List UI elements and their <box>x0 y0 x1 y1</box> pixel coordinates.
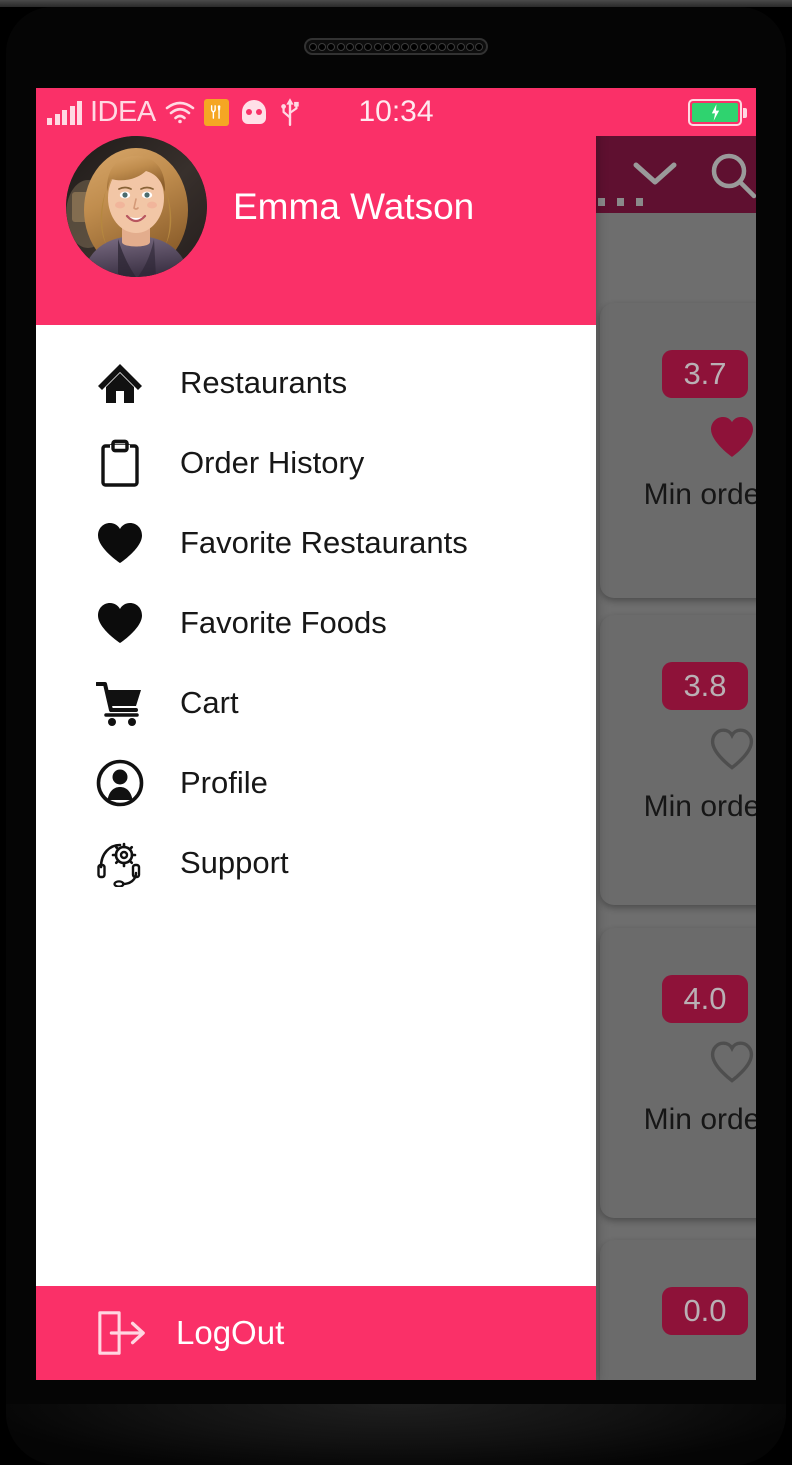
min-order-label: Min order <box>643 1103 756 1136</box>
speaker-grille-icon <box>304 38 488 55</box>
usb-icon <box>279 97 301 127</box>
min-order-label: Min order <box>643 478 756 511</box>
carrier-label: IDEA <box>90 96 156 128</box>
speaker-hole <box>447 42 456 51</box>
search-icon[interactable] <box>708 150 756 202</box>
signal-bars-icon <box>47 99 82 136</box>
speaker-hole <box>428 42 437 51</box>
rating-badge: 4.0 <box>662 975 748 1023</box>
battery-charging-icon <box>688 98 747 126</box>
android-robot-icon <box>238 99 270 125</box>
speaker-hole <box>309 42 317 51</box>
logout-label: LogOut <box>176 1314 285 1351</box>
restaurant-card[interactable]: 4.0 Min order <box>600 928 756 1218</box>
speaker-hole <box>419 42 428 51</box>
heart-filled-icon[interactable] <box>708 415 756 459</box>
wifi-icon <box>165 100 195 124</box>
speaker-hole <box>327 42 336 51</box>
status-bar-right <box>688 98 756 126</box>
profile-name: Emma Watson <box>233 185 475 227</box>
status-bar-left: IDEA <box>36 88 301 136</box>
overflow-dots-icon[interactable] <box>598 198 643 206</box>
sidebar-item-label: Order History <box>180 445 365 480</box>
speaker-hole <box>474 42 483 51</box>
sidebar-item-profile[interactable]: Profile <box>36 743 596 823</box>
sidebar-item-order-history[interactable]: Order History <box>36 423 596 503</box>
sidebar-item-label: Cart <box>180 685 239 720</box>
sidebar-item-label: Favorite Foods <box>180 605 387 640</box>
speaker-hole <box>373 42 382 51</box>
restaurant-card[interactable]: 3.8 Min order <box>600 615 756 905</box>
min-order-label: Min order <box>643 790 756 823</box>
speaker-hole <box>438 42 447 51</box>
navigation-drawer: Emma Watson Restaurants Order History Fa… <box>36 88 596 1380</box>
speaker-hole <box>456 42 465 51</box>
speaker-hole <box>465 42 474 51</box>
logout-button[interactable]: LogOut <box>36 1286 596 1380</box>
phone-screen: FILTER 3.7 Min order 3.8 Min order 4.0 <box>36 88 756 1380</box>
phone-device-frame: FILTER 3.7 Min order 3.8 Min order 4.0 <box>0 0 792 1465</box>
chevron-down-icon[interactable] <box>632 160 678 186</box>
sidebar-item-label: Restaurants <box>180 365 348 400</box>
sidebar-item-favorite-foods[interactable]: Favorite Foods <box>36 583 596 663</box>
sidebar-item-cart[interactable]: Cart <box>36 663 596 743</box>
heart-outline-icon[interactable] <box>708 727 756 771</box>
sidebar-item-favorite-restaurants[interactable]: Favorite Restaurants <box>36 503 596 583</box>
avatar[interactable] <box>66 136 207 277</box>
status-bar: IDEA 10:34 <box>36 88 756 136</box>
heart-filled-icon <box>94 517 146 569</box>
heart-filled-icon <box>94 597 146 649</box>
clipboard-icon <box>94 437 146 489</box>
sidebar-item-restaurants[interactable]: Restaurants <box>36 343 596 423</box>
rating-badge: 3.7 <box>662 350 748 398</box>
device-bottom-chin <box>6 1404 786 1465</box>
restaurant-card[interactable]: 3.7 Min order <box>600 303 756 598</box>
rating-badge: 3.8 <box>662 662 748 710</box>
rating-badge: 0.0 <box>662 1287 748 1335</box>
speaker-hole <box>336 42 345 51</box>
speaker-hole <box>401 42 410 51</box>
person-circle-icon <box>94 757 146 809</box>
shopping-cart-icon <box>94 677 146 729</box>
speaker-hole <box>382 42 391 51</box>
heart-outline-icon[interactable] <box>708 1040 756 1084</box>
sidebar-item-label: Profile <box>180 765 268 800</box>
sidebar-item-label: Support <box>180 845 289 880</box>
drawer-menu-list: Restaurants Order History Favorite Resta… <box>36 325 596 1286</box>
logout-arrow-icon <box>96 1307 148 1359</box>
sidebar-item-label: Favorite Restaurants <box>180 525 468 560</box>
speaker-hole <box>391 42 400 51</box>
speaker-hole <box>345 42 354 51</box>
restaurant-card[interactable]: 0.0 <box>600 1240 756 1380</box>
headset-gear-icon <box>94 837 146 889</box>
sidebar-item-support[interactable]: Support <box>36 823 596 903</box>
speaker-hole <box>364 42 373 51</box>
speaker-hole <box>355 42 364 51</box>
speaker-hole <box>410 42 419 51</box>
home-icon <box>94 357 146 409</box>
sim-card-icon <box>203 98 229 126</box>
device-top-edge <box>0 0 792 7</box>
speaker-hole <box>318 42 327 51</box>
